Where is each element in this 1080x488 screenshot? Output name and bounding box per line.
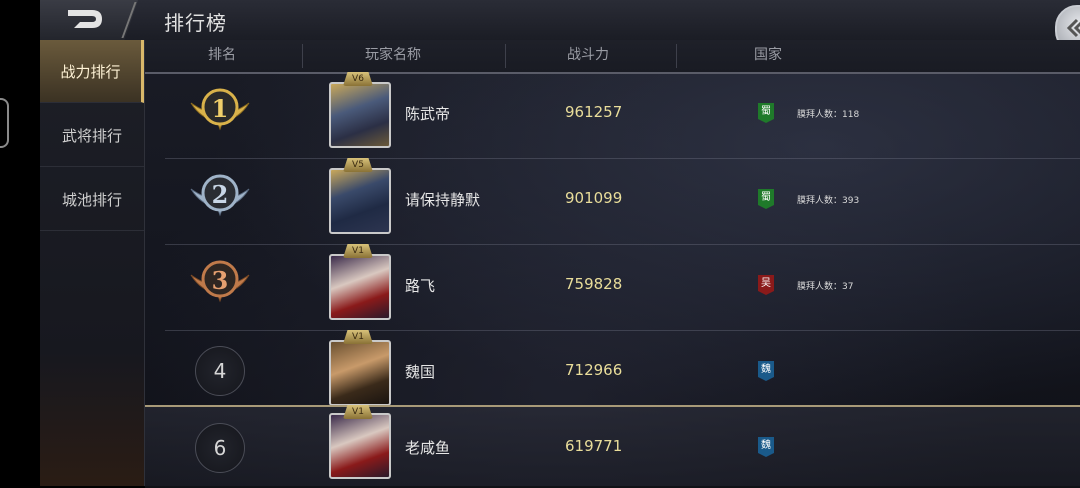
country-flag-icon: 吴 [758,275,774,295]
worship-count: 膜拜人数：118 [797,110,860,120]
worship-count: 膜拜人数：37 [797,282,854,292]
vip-badge: V1 [343,244,373,258]
sidebar-item-city-ranking[interactable]: 城池排行 [40,168,144,231]
player-name: 老咸鱼 [405,439,451,457]
combat-power: 961257 [565,103,623,121]
vip-badge: V1 [343,405,373,419]
silver-rank-medal-icon: 2 [190,174,250,217]
country-flag-icon: 魏 [758,437,774,457]
country-flag-icon: 魏 [758,361,774,381]
medal-rank-number: 3 [212,266,229,295]
country-flag-icon: 蜀 [758,189,774,209]
table-row[interactable]: 1 V6 陈武帝 961257 蜀 膜拜人数：118 [165,72,1080,159]
medal-rank-number: 2 [212,180,229,209]
column-divider [676,44,677,68]
bronze-rank-medal-icon: 3 [190,260,250,303]
player-name: 请保持静默 [405,191,481,209]
player-name: 魏国 [405,363,436,381]
avatar[interactable] [329,168,391,234]
sidebar-item-general-ranking[interactable]: 武将排行 [40,104,144,167]
combat-power: 901099 [565,189,623,207]
my-ranking-row[interactable]: 6 V1 老咸鱼 619771 魏 [145,405,1080,488]
device-left-edge [0,0,40,486]
column-header-power: 战斗力 [567,47,609,63]
player-name: 陈武帝 [405,105,451,123]
gold-rank-medal-icon: 1 [190,88,250,131]
ranking-sidebar: 战力排行 武将排行 城池排行 [40,40,145,486]
sidebar-item-label: 武将排行 [61,126,122,145]
vip-badge: V6 [343,72,373,86]
avatar[interactable] [329,413,391,479]
player-name: 路飞 [405,277,436,295]
table-row[interactable]: 4 V1 魏国 712966 魏 [165,330,1080,406]
worship-count: 膜拜人数：393 [797,196,860,206]
column-divider [302,44,303,68]
edge-handle[interactable] [0,98,9,148]
table-row[interactable]: 2 V5 请保持静默 901099 蜀 膜拜人数：393 [165,158,1080,245]
rank-number: 4 [195,346,245,396]
sidebar-item-power-ranking[interactable]: 战力排行 [40,40,144,103]
page-title: 排行榜 [164,11,227,35]
column-header-name: 玩家名称 [365,47,421,63]
country-flag-icon: 蜀 [758,103,774,123]
avatar[interactable] [329,254,391,320]
combat-power: 619771 [565,437,623,455]
column-header-rank: 排名 [208,47,236,63]
avatar[interactable] [329,340,391,406]
sidebar-item-label: 战力排行 [60,62,121,81]
sidebar-item-label: 城池排行 [61,190,122,209]
combat-power: 759828 [565,275,623,293]
column-header-country: 国家 [754,47,782,63]
vip-badge: V5 [343,158,373,172]
combat-power: 712966 [565,361,623,379]
vip-badge: V1 [343,330,373,344]
back-arrow-icon [68,10,102,28]
rank-number: 6 [195,423,245,473]
double-chevron-left-icon [1066,18,1080,38]
avatar[interactable] [329,82,391,148]
table-row[interactable]: 3 V1 路飞 759828 吴 膜拜人数：37 [165,244,1080,331]
column-divider [505,44,506,68]
medal-rank-number: 1 [212,94,229,123]
